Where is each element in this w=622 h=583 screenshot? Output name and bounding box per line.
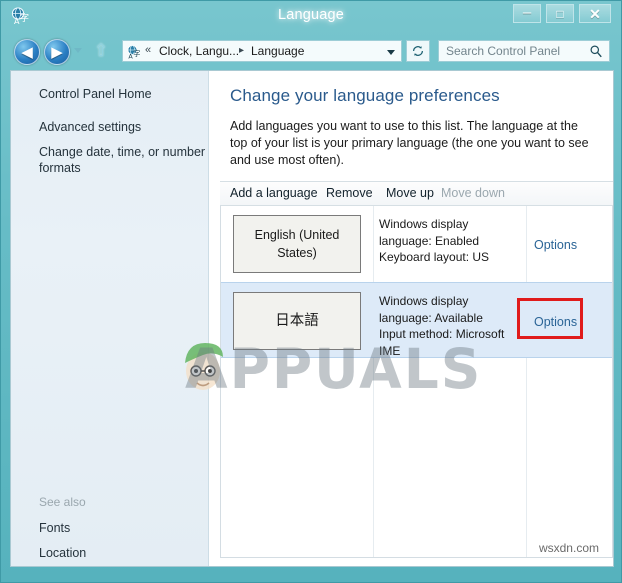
options-link-japanese[interactable]: Options	[534, 315, 577, 329]
search-input[interactable]: Search Control Panel	[446, 44, 560, 58]
breadcrumb-separator-icon: ▸	[239, 45, 245, 56]
minimize-button[interactable]: –	[513, 4, 541, 23]
recent-locations-icon[interactable]	[74, 48, 82, 53]
breadcrumb-clock-language[interactable]: Clock, Langu...	[159, 44, 239, 58]
forward-arrow-icon: ▶	[51, 43, 63, 61]
move-up-button[interactable]: Move up	[386, 186, 434, 200]
options-link-english[interactable]: Options	[534, 238, 577, 252]
forward-button[interactable]: ▶	[44, 39, 70, 65]
language-list: English (United States) Windows display …	[220, 206, 613, 558]
language-status-japanese: Windows display language: Available Inpu…	[379, 294, 505, 358]
remove-button[interactable]: Remove	[326, 186, 373, 200]
client-area: Control Panel Home Advanced settings Cha…	[10, 70, 614, 567]
language-status-english: Windows display language: Enabled Keyboa…	[379, 217, 490, 264]
minimize-icon: –	[522, 4, 532, 21]
maximize-icon: □	[556, 6, 564, 21]
sidebar-item-location[interactable]: Location	[39, 545, 207, 561]
language-name-japanese: 日本語	[233, 292, 361, 350]
page-description: Add languages you want to use to this li…	[230, 119, 589, 167]
up-one-level-button[interactable]: ⇧	[92, 42, 110, 60]
breadcrumb-overflow-icon[interactable]: «	[145, 44, 151, 56]
add-a-language-button[interactable]: Add a language	[230, 186, 318, 200]
language-name-english: English (United States)	[233, 215, 361, 273]
title-bar: A 字 Language – □ ✕	[1, 1, 621, 32]
back-arrow-icon: ◀	[21, 43, 33, 61]
search-icon	[589, 44, 603, 58]
chevron-down-icon[interactable]	[387, 50, 395, 55]
back-button[interactable]: ◀	[14, 39, 40, 65]
wsxdn-watermark: wsxdn.com	[538, 541, 599, 555]
table-row[interactable]: English (United States) Windows display …	[221, 206, 612, 282]
sidebar-item-control-panel-home[interactable]: Control Panel Home	[39, 86, 207, 102]
maximize-button[interactable]: □	[546, 4, 574, 23]
main-pane: Change your language preferences Add lan…	[210, 71, 613, 566]
sidebar-item-fonts[interactable]: Fonts	[39, 520, 207, 536]
close-icon: ✕	[589, 5, 601, 22]
breadcrumb-language[interactable]: Language	[251, 44, 304, 58]
see-also-label: See also	[39, 495, 86, 509]
page-title: Change your language preferences	[230, 86, 500, 105]
refresh-icon	[413, 46, 423, 56]
sidebar-item-change-formats[interactable]: Change date, time, or number formats	[39, 144, 207, 176]
close-button[interactable]: ✕	[579, 4, 611, 23]
command-toolbar: Add a language Remove Move up Move down	[220, 181, 613, 206]
navigation-bar: ◀ ▶ ⇧ A 字 « Clock, Langu... ▸ Language S…	[2, 32, 621, 70]
svg-text:字: 字	[133, 49, 140, 58]
search-box[interactable]: Search Control Panel	[438, 40, 610, 62]
sidebar: Control Panel Home Advanced settings Cha…	[11, 71, 209, 566]
language-control-panel-window: A 字 Language – □ ✕ ◀ ▶ ⇧ A 字 « Clock, La…	[0, 0, 622, 583]
move-down-button: Move down	[441, 186, 505, 200]
refresh-button[interactable]	[406, 40, 430, 62]
address-language-icon: A 字	[126, 44, 142, 60]
address-bar[interactable]: A 字 « Clock, Langu... ▸ Language	[122, 40, 402, 62]
table-row[interactable]: 日本語 Windows display language: Available …	[221, 282, 612, 358]
sidebar-item-advanced-settings[interactable]: Advanced settings	[39, 119, 207, 135]
